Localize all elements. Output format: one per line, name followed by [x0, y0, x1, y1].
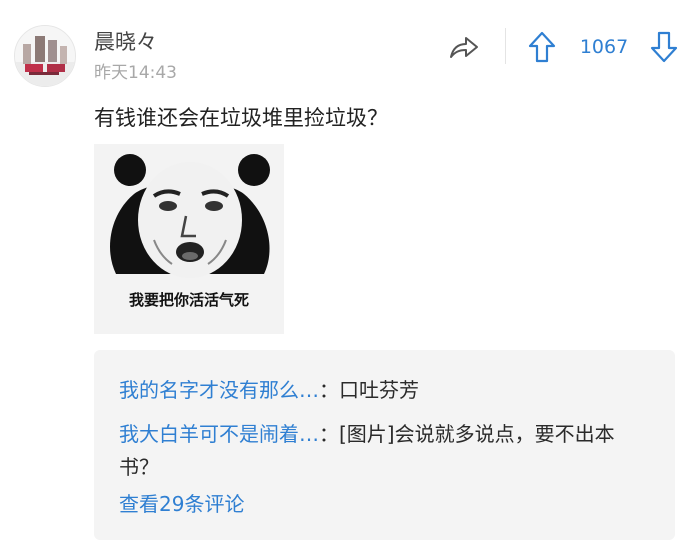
share-icon [450, 37, 478, 58]
arrow-up-icon [528, 31, 556, 63]
avatar[interactable] [14, 25, 76, 87]
share-button[interactable] [446, 30, 482, 64]
reply-separator: ： [319, 422, 339, 446]
reply-item[interactable]: 我大白羊可不是闹着…：[图片]会说就多说点，要不出本书？ [119, 418, 644, 484]
reply-preview-box[interactable]: 我的名字才没有那么…：口吐芬芳 我大白羊可不是闹着…：[图片]会说就多说点，要不… [94, 350, 675, 540]
vote-count: 1067 [579, 36, 629, 58]
comment-text: 有钱谁还会在垃圾堆里捡垃圾？ [94, 106, 388, 130]
view-all-replies-link[interactable]: 查看29条评论 [119, 488, 244, 521]
action-divider [505, 28, 506, 64]
reply-author[interactable]: 我的名字才没有那么… [119, 378, 319, 402]
reply-author[interactable]: 我大白羊可不是闹着… [119, 422, 319, 446]
arrow-down-icon [650, 31, 678, 63]
meme-image[interactable]: 我要把你活活气死 [94, 144, 284, 334]
reply-separator: ： [319, 378, 339, 402]
downvote-button[interactable] [646, 28, 682, 66]
reply-text: 口吐芬芳 [339, 378, 419, 402]
comment-card: 晨晓々 昨天14:43 1067 有钱谁还会在垃圾堆里捡垃圾？ 我要把你活活气死… [0, 0, 700, 540]
timestamp: 昨天14:43 [94, 63, 177, 83]
upvote-button[interactable] [524, 28, 560, 66]
username[interactable]: 晨晓々 [94, 28, 157, 56]
meme-caption: 我要把你活活气死 [128, 291, 249, 309]
reply-item[interactable]: 我的名字才没有那么…：口吐芬芳 [119, 374, 644, 407]
